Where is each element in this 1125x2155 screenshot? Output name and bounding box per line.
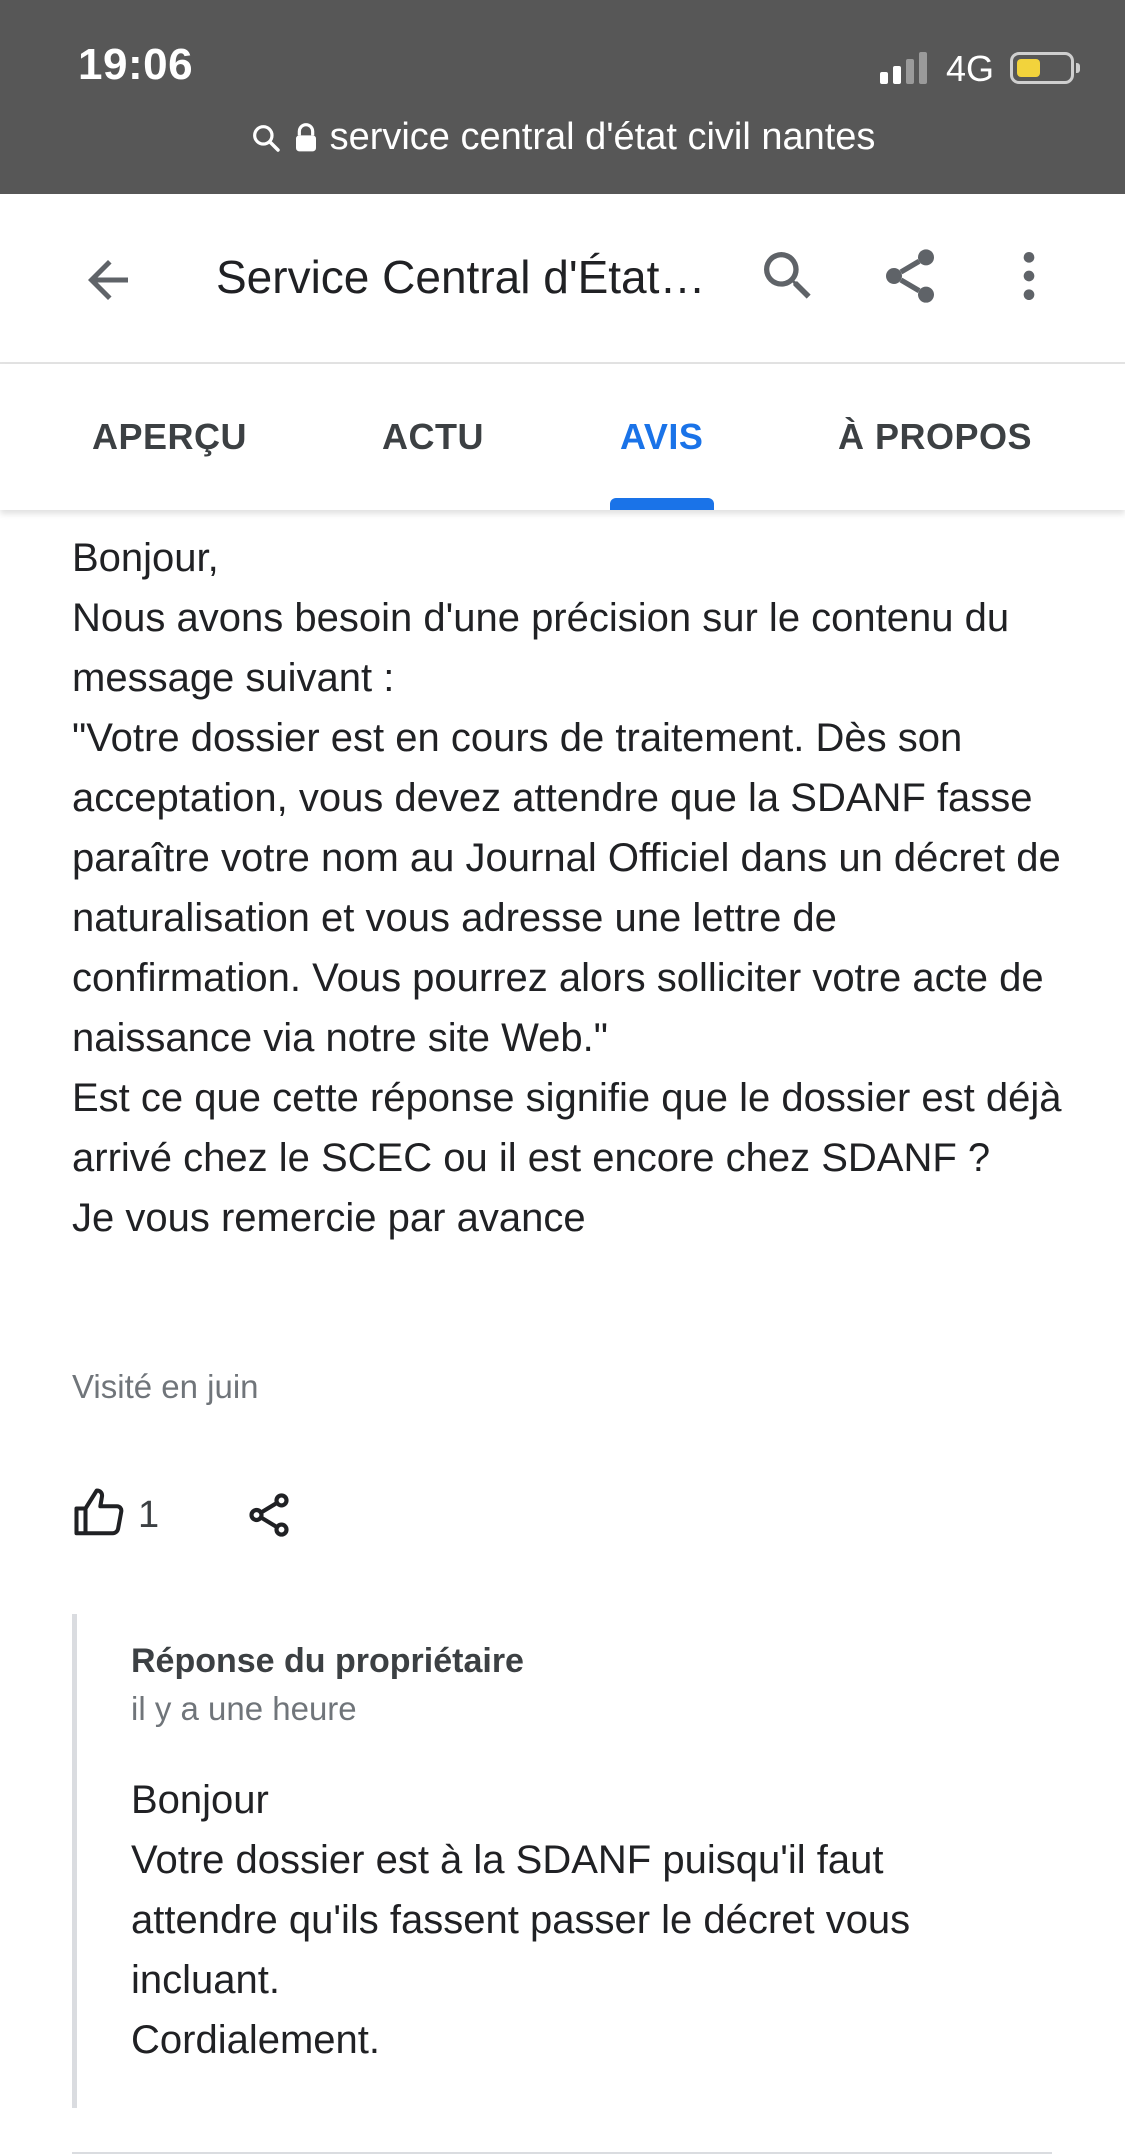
search-icon xyxy=(764,252,811,299)
like-count: 1 xyxy=(138,1494,160,1536)
network-type: 4G xyxy=(946,48,995,89)
arrow-back-icon xyxy=(88,260,128,300)
battery-icon xyxy=(1010,52,1080,84)
status-time: 19:06 xyxy=(78,40,194,89)
active-tab-indicator xyxy=(610,498,714,510)
review-line: Nous avons besoin d'une précision sur le… xyxy=(72,596,1010,700)
like-button[interactable] xyxy=(72,1486,126,1540)
more-vert-icon xyxy=(1023,252,1035,300)
review-line: Bonjour, xyxy=(72,536,219,580)
review-line: Je vous remercie par avance xyxy=(72,1196,586,1240)
review-text: Bonjour, Nous avons besoin d'une précisi… xyxy=(72,528,1072,1248)
review-line: "Votre dossier est en cours de traitemen… xyxy=(72,716,1061,1060)
review-line: Est ce que cette réponse signifie que le… xyxy=(72,1076,1062,1180)
tab-bar: APERÇU ACTU AVIS À PROPOS xyxy=(0,364,1125,510)
owner-response-line: Votre dossier est à la SDANF puisqu'il f… xyxy=(131,1838,911,2002)
share-icon xyxy=(886,249,934,303)
tab-actu[interactable]: ACTU xyxy=(382,416,484,458)
divider xyxy=(72,2152,1052,2154)
search-icon xyxy=(252,124,280,152)
visited-date: Visité en juin xyxy=(72,1368,259,1405)
owner-response-time: il y a une heure xyxy=(131,1690,357,1727)
battery-level xyxy=(1017,59,1040,77)
url-bar[interactable]: service central d'état civil nantes xyxy=(0,116,1125,159)
owner-response-line: Bonjour xyxy=(131,1778,269,1822)
owner-response-line: Cordialement. xyxy=(131,2018,381,2062)
tab-apercu[interactable]: APERÇU xyxy=(92,416,247,458)
url-text: service central d'état civil nantes xyxy=(329,116,876,158)
lock-icon xyxy=(295,122,316,151)
owner-response-title: Réponse du propriétaire xyxy=(131,1642,524,1680)
more-options-button[interactable] xyxy=(997,244,1061,308)
tab-a-propos[interactable]: À PROPOS xyxy=(838,416,1032,458)
review-content: Bonjour, Nous avons besoin d'une précisi… xyxy=(0,510,1125,2155)
signal-icon xyxy=(880,52,927,84)
review-share-button[interactable] xyxy=(244,1490,294,1540)
owner-response-text: Bonjour Votre dossier est à la SDANF pui… xyxy=(131,1770,1011,2070)
back-button[interactable] xyxy=(78,250,138,310)
app-bar: Service Central d'État civil xyxy=(0,194,1125,364)
owner-response: Réponse du propriétaire il y a une heure… xyxy=(72,1614,1052,2108)
thumb-up-icon xyxy=(74,1488,124,1536)
share-icon xyxy=(249,1493,289,1537)
status-bar: 19:06 4G service central d'état civil na… xyxy=(0,0,1125,194)
tab-avis[interactable]: AVIS xyxy=(620,416,703,458)
search-button[interactable] xyxy=(756,244,820,308)
share-button[interactable] xyxy=(878,244,942,308)
page-title: Service Central d'État civil xyxy=(216,251,716,303)
